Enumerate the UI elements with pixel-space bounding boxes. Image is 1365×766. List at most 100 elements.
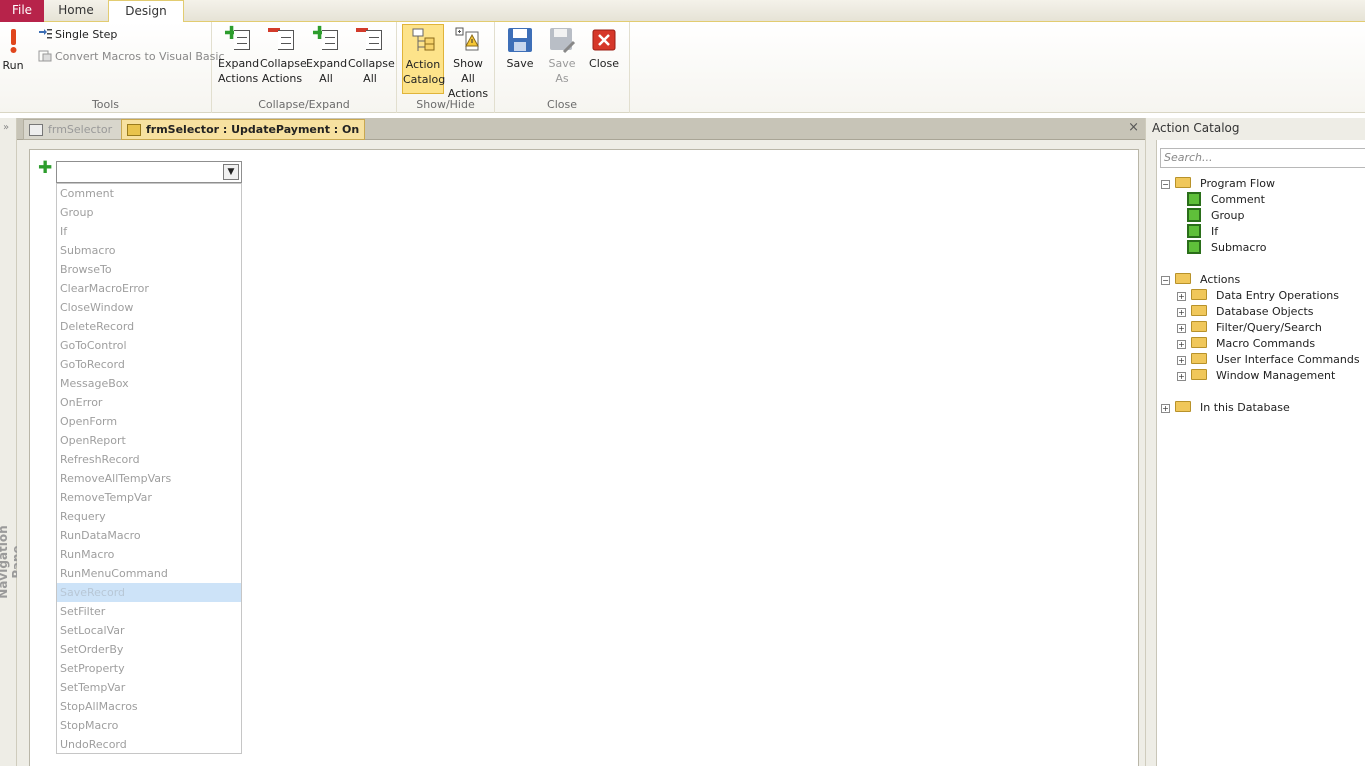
action-option[interactable]: RefreshRecord: [57, 450, 241, 469]
collapse-icon[interactable]: −: [1161, 276, 1170, 285]
action-option[interactable]: Requery: [57, 507, 241, 526]
action-option[interactable]: RunMacro: [57, 545, 241, 564]
collapse-all-icon: [356, 26, 384, 54]
action-option[interactable]: GoToRecord: [57, 355, 241, 374]
tab-home[interactable]: Home: [44, 0, 108, 22]
save-button[interactable]: Save: [503, 26, 537, 71]
tree-action-folder[interactable]: + Macro Commands: [1177, 336, 1315, 352]
macro-canvas[interactable]: ✚ ▼ Comment Group If Submacro BrowseTo ClearM…: [29, 149, 1139, 766]
action-option[interactable]: RemoveTempVar: [57, 488, 241, 507]
tree-action-folder[interactable]: + User Interface Commands: [1177, 352, 1360, 368]
action-option[interactable]: UndoRecord: [57, 735, 241, 754]
tab-file[interactable]: File: [0, 0, 44, 22]
action-option[interactable]: ClearMacroError: [57, 279, 241, 298]
dropdown-arrow-icon[interactable]: ▼: [223, 164, 239, 180]
single-step-button[interactable]: Single Step: [38, 28, 117, 42]
collapse-all-label-1: Collapse: [348, 57, 395, 70]
action-option[interactable]: SetTempVar: [57, 678, 241, 697]
tab-macro-onclick[interactable]: frmSelector : UpdatePayment : On Click: [121, 119, 365, 156]
action-catalog-body: Search... − Program Flow Comment Group If Su…: [1156, 140, 1365, 766]
action-block-icon: [1187, 208, 1201, 222]
collapse-actions-label-2: Actions: [261, 72, 303, 85]
action-option[interactable]: RunMenuCommand: [57, 564, 241, 583]
tree-action-folder[interactable]: + Database Objects: [1177, 304, 1314, 320]
action-option[interactable]: DeleteRecord: [57, 317, 241, 336]
show-hide-group: Action Catalog Show All Actions Show/Hid…: [397, 22, 495, 113]
folder-icon: [1191, 353, 1207, 364]
expand-icon[interactable]: +: [1177, 324, 1186, 333]
tree-folder-label: Macro Commands: [1216, 337, 1316, 350]
show-all-actions-button[interactable]: Show All Actions: [446, 26, 490, 101]
action-option[interactable]: OnError: [57, 393, 241, 412]
action-option[interactable]: StopMacro: [57, 716, 241, 735]
tree-program-flow-item[interactable]: Submacro: [1187, 240, 1266, 256]
save-as-label-2: As: [555, 72, 569, 85]
tree-in-this-database[interactable]: + In this Database: [1161, 400, 1290, 416]
action-option[interactable]: MessageBox: [57, 374, 241, 393]
tree-action-folder[interactable]: + Data Entry Operations: [1177, 288, 1339, 304]
collapse-all-button[interactable]: Collapse All: [348, 26, 395, 86]
tree-program-flow[interactable]: − Program Flow: [1161, 176, 1275, 192]
ribbon-tab-bar: File Home Design: [0, 0, 1365, 24]
action-option[interactable]: OpenForm: [57, 412, 241, 431]
expand-all-label-2: All: [319, 72, 333, 85]
tools-group-label: Tools: [91, 98, 120, 111]
tab-frmselector-label: frmSelector: [48, 123, 113, 136]
close-button[interactable]: Close: [587, 26, 621, 71]
action-option[interactable]: SetFilter: [57, 602, 241, 621]
action-block-icon: [1187, 224, 1201, 238]
expand-icon[interactable]: +: [1177, 308, 1186, 317]
convert-to-vba-button[interactable]: Convert Macros to Visual Basic: [38, 50, 225, 64]
action-dropdown-list: Comment Group If Submacro BrowseTo ClearMacro…: [56, 183, 242, 754]
expand-icon[interactable]: +: [1177, 340, 1186, 349]
collapse-icon[interactable]: −: [1161, 180, 1170, 189]
add-new-action-combo[interactable]: ▼: [56, 161, 242, 183]
action-option[interactable]: CloseWindow: [57, 298, 241, 317]
tree-action-folder[interactable]: + Filter/Query/Search: [1177, 320, 1322, 336]
expand-icon[interactable]: +: [1177, 292, 1186, 301]
collapse-actions-button[interactable]: Collapse Actions: [260, 26, 307, 86]
collapse-actions-label-1: Collapse: [260, 57, 307, 70]
folder-icon: [1175, 177, 1191, 188]
action-option[interactable]: If: [57, 222, 241, 241]
expand-icon[interactable]: +: [1177, 356, 1186, 365]
action-option[interactable]: SetLocalVar: [57, 621, 241, 640]
save-as-button[interactable]: Save As: [545, 26, 579, 86]
close-document-icon[interactable]: ×: [1128, 120, 1139, 135]
action-option[interactable]: SetOrderBy: [57, 640, 241, 659]
expand-all-button[interactable]: ✚ Expand All: [306, 25, 348, 86]
catalog-search-input[interactable]: Search...: [1160, 148, 1365, 168]
tree-actions[interactable]: − Actions: [1161, 272, 1240, 288]
collapse-expand-group: ✚ Expand Actions Collapse Actions ✚ Expa…: [212, 22, 397, 113]
action-option[interactable]: Submacro: [57, 241, 241, 260]
run-button[interactable]: Run: [2, 26, 24, 73]
action-option[interactable]: SaveRecord: [57, 583, 241, 602]
navigation-pane[interactable]: » Navigation Pane: [0, 118, 24, 766]
action-option[interactable]: RunDataMacro: [57, 526, 241, 545]
expand-all-label-1: Expand: [306, 57, 348, 70]
add-action-plus-icon[interactable]: ✚: [38, 160, 52, 177]
action-option[interactable]: GoToControl: [57, 336, 241, 355]
expand-nav-chevron-icon[interactable]: »: [3, 122, 9, 133]
expand-icon[interactable]: +: [1161, 404, 1170, 413]
action-option[interactable]: OpenReport: [57, 431, 241, 450]
tree-action-folder[interactable]: + Window Management: [1177, 368, 1335, 384]
action-option[interactable]: BrowseTo: [57, 260, 241, 279]
action-option[interactable]: Comment: [57, 184, 241, 203]
action-catalog-label-1: Action: [405, 58, 441, 71]
action-option[interactable]: StopAllMacros: [57, 697, 241, 716]
tree-program-flow-item[interactable]: If: [1187, 224, 1218, 240]
tab-frmselector[interactable]: frmSelector: [23, 119, 123, 140]
tree-folder-label: Database Objects: [1216, 305, 1314, 318]
tab-design[interactable]: Design: [108, 0, 184, 24]
action-option[interactable]: RemoveAllTempVars: [57, 469, 241, 488]
tree-program-flow-item[interactable]: Group: [1187, 208, 1245, 224]
expand-all-icon: ✚: [312, 25, 340, 54]
expand-icon[interactable]: +: [1177, 372, 1186, 381]
action-option[interactable]: SetProperty: [57, 659, 241, 678]
action-catalog-button[interactable]: Action Catalog: [402, 24, 445, 94]
expand-actions-button[interactable]: ✚ Expand Actions: [218, 25, 259, 86]
action-option[interactable]: Group: [57, 203, 241, 222]
save-as-label-1: Save: [548, 57, 576, 70]
tree-program-flow-item[interactable]: Comment: [1187, 192, 1265, 208]
